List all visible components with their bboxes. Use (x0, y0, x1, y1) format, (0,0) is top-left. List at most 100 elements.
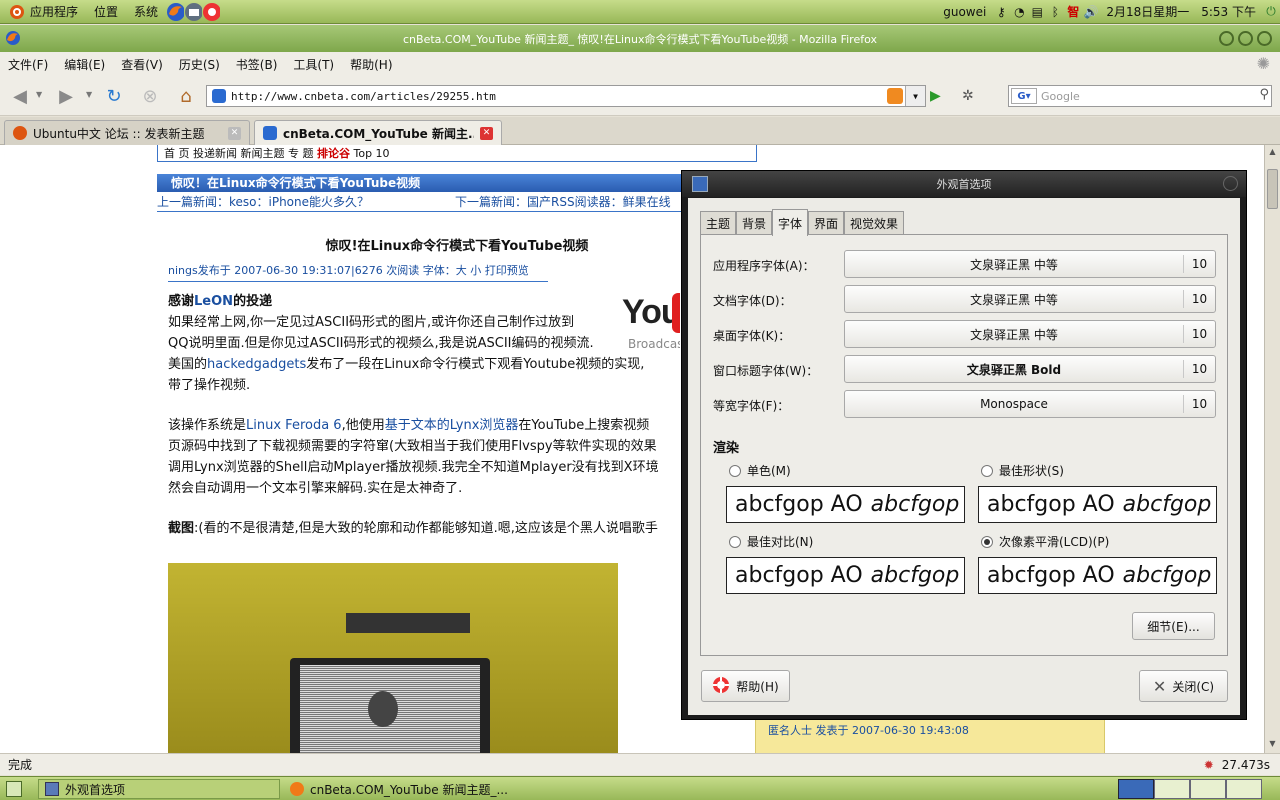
maximize-icon[interactable] (1238, 31, 1253, 46)
forward-history-icon[interactable]: ▼ (86, 90, 92, 99)
extension-icon[interactable]: ✲ (962, 88, 974, 104)
help-launcher-icon[interactable] (202, 2, 221, 21)
tab-interface[interactable]: 界面 (808, 211, 845, 235)
tab-close-icon[interactable]: ✕ (228, 126, 241, 140)
close-button[interactable]: ✕ 关闭(C) (1139, 670, 1228, 702)
workspace-switcher[interactable] (1118, 779, 1262, 799)
rss-icon[interactable] (887, 88, 903, 104)
stop-icon[interactable]: ⊗ (136, 82, 164, 110)
document-font-button[interactable]: 文泉驿正黑 中等 10 (844, 285, 1216, 313)
tab-theme[interactable]: 主题 (700, 211, 737, 235)
menu-view[interactable]: 查看(V) (113, 56, 171, 73)
search-icon[interactable]: ⚲ (1259, 87, 1269, 102)
places-menu[interactable]: 位置 (86, 0, 126, 24)
input-method-icon[interactable]: 智 (1064, 3, 1082, 21)
firefox-titlebar[interactable]: cnBeta.COM_YouTube 新闻主题_ 惊叹!在Linux命令行模式下… (0, 25, 1280, 52)
dialog-window-icon[interactable] (692, 176, 708, 192)
tab-label: cnBeta.COM_YouTube 新闻主... (283, 126, 474, 141)
search-engine-icon[interactable]: G▾ (1011, 88, 1037, 104)
dialog-close-icon[interactable] (1223, 176, 1238, 191)
reload-icon[interactable]: ↻ (100, 82, 128, 110)
scroll-up-icon[interactable]: ▲ (1266, 147, 1279, 159)
menu-history[interactable]: 历史(S) (171, 56, 228, 73)
network-icon[interactable]: ▤ (1028, 3, 1046, 21)
font-name: 文泉驿正黑 中等 (970, 327, 1058, 342)
load-timer[interactable]: 27.473s (1218, 758, 1280, 772)
tab-fonts[interactable]: 字体 (772, 209, 809, 236)
topnav-links[interactable]: 首 页 投递新闻 新闻主题 专 题 (164, 147, 317, 160)
sample-best-contrast[interactable]: abcfgop AO abcfgop (726, 557, 965, 594)
url-dropdown-icon[interactable]: ▼ (905, 86, 925, 106)
quit-icon[interactable]: ⏻ (1262, 3, 1280, 21)
menu-help[interactable]: 帮助(H) (342, 56, 400, 73)
time-label[interactable]: 5:53 下午 (1195, 3, 1262, 20)
minimize-icon[interactable] (1219, 31, 1234, 46)
username[interactable]: guowei (937, 5, 992, 19)
render-subpixel-radio[interactable]: 次像素平滑(LCD)(P) (981, 533, 1109, 550)
firebug-icon[interactable]: ✹ (1200, 756, 1218, 774)
render-best-contrast-radio[interactable]: 最佳对比(N) (729, 533, 813, 550)
window-title-font-button[interactable]: 文泉驿正黑 Bold 10 (844, 355, 1216, 383)
tab-ubuntu-forum[interactable]: Ubuntu中文 论坛 :: 发表新主题 ✕ (4, 120, 250, 145)
menu-tools[interactable]: 工具(T) (285, 56, 342, 73)
task-appearance-prefs[interactable]: 外观首选项 (38, 779, 280, 799)
workspace-3[interactable] (1190, 779, 1226, 799)
radio-dot (729, 464, 741, 477)
sample-subpixel[interactable]: abcfgop AO abcfgop (978, 557, 1217, 594)
help-button[interactable]: 帮助(H) (701, 670, 790, 702)
show-desktop-icon[interactable] (6, 781, 22, 797)
back-history-icon[interactable]: ▼ (36, 90, 42, 99)
key-icon[interactable]: ⚷ (992, 3, 1010, 21)
render-best-shape-radio[interactable]: 最佳形状(S) (981, 462, 1064, 479)
topnav-hot[interactable]: 排论谷 (317, 147, 350, 160)
monospace-font-button[interactable]: Monospace 10 (844, 390, 1216, 418)
task-firefox[interactable]: cnBeta.COM_YouTube 新闻主题_... (284, 779, 540, 799)
dialog-titlebar[interactable]: 外观首选项 (682, 171, 1246, 197)
tab-close-icon[interactable]: ✕ (480, 126, 493, 140)
date-label[interactable]: 2月18日星期一 (1100, 3, 1195, 20)
workspace-4[interactable] (1226, 779, 1262, 799)
url-field[interactable]: http://www.cnbeta.com/articles/29255.htm… (206, 85, 926, 107)
workspace-1[interactable] (1118, 779, 1154, 799)
next-article-link[interactable]: 下一篇新闻：国产RSS阅读器：鲜果在线 (455, 192, 671, 212)
tab-visual-effects[interactable]: 视觉效果 (844, 211, 905, 235)
render-heading: 渲染 (713, 441, 740, 456)
forward-icon[interactable]: ▶ (52, 82, 80, 110)
tab-cnbeta[interactable]: cnBeta.COM_YouTube 新闻主... ✕ (254, 120, 502, 145)
desktop-font-button[interactable]: 文泉驿正黑 中等 10 (844, 320, 1216, 348)
menu-bookmarks[interactable]: 书签(B) (228, 56, 286, 73)
tab-label: Ubuntu中文 论坛 :: 发表新主题 (33, 126, 205, 141)
applications-menu[interactable]: 应用程序 (0, 0, 86, 24)
prev-article-link[interactable]: 上一篇新闻：keso：iPhone能火多久？ (157, 195, 369, 209)
home-icon[interactable]: ⌂ (172, 82, 200, 110)
scroll-thumb[interactable] (1267, 169, 1278, 209)
lynx-link[interactable]: 基于文本的Lynx浏览器 (385, 418, 519, 433)
render-monochrome-radio[interactable]: 单色(M) (729, 462, 791, 479)
system-menu[interactable]: 系统 (126, 0, 166, 24)
volume-icon[interactable]: 🔊 (1082, 3, 1100, 21)
topnav-top10[interactable]: Top 10 (353, 147, 389, 160)
clock-applet-icon[interactable]: ◔ (1010, 3, 1028, 21)
app-font-button[interactable]: 文泉驿正黑 中等 10 (844, 250, 1216, 278)
menu-edit[interactable]: 编辑(E) (56, 56, 113, 73)
firefox-window-icon[interactable] (4, 29, 22, 47)
sample-monochrome[interactable]: abcfgop AO abcfgop (726, 486, 965, 523)
fedora-link[interactable]: Linux Feroda 6 (246, 418, 342, 433)
close-window-icon[interactable] (1257, 31, 1272, 46)
bluetooth-icon[interactable]: ᛒ (1046, 3, 1064, 21)
tab-background[interactable]: 背景 (736, 211, 773, 235)
submitter-link[interactable]: LeON (194, 294, 233, 309)
sample-italic: abcfgop (870, 492, 960, 517)
menu-file[interactable]: 文件(F) (0, 56, 56, 73)
search-field[interactable]: G▾ Google ⚲ (1008, 85, 1272, 107)
page-scrollbar[interactable]: ▲ ▼ (1264, 145, 1280, 753)
scroll-down-icon[interactable]: ▼ (1266, 739, 1279, 751)
firefox-launcher-icon[interactable] (166, 2, 185, 21)
workspace-2[interactable] (1154, 779, 1190, 799)
details-button[interactable]: 细节(E)... (1132, 612, 1215, 640)
mail-launcher-icon[interactable] (184, 2, 203, 21)
hackedgadgets-link[interactable]: hackedgadgets (207, 357, 306, 372)
back-icon[interactable]: ◀ (6, 82, 34, 110)
sample-best-shape[interactable]: abcfgop AO abcfgop (978, 486, 1217, 523)
go-icon[interactable]: ▶ (930, 88, 941, 104)
